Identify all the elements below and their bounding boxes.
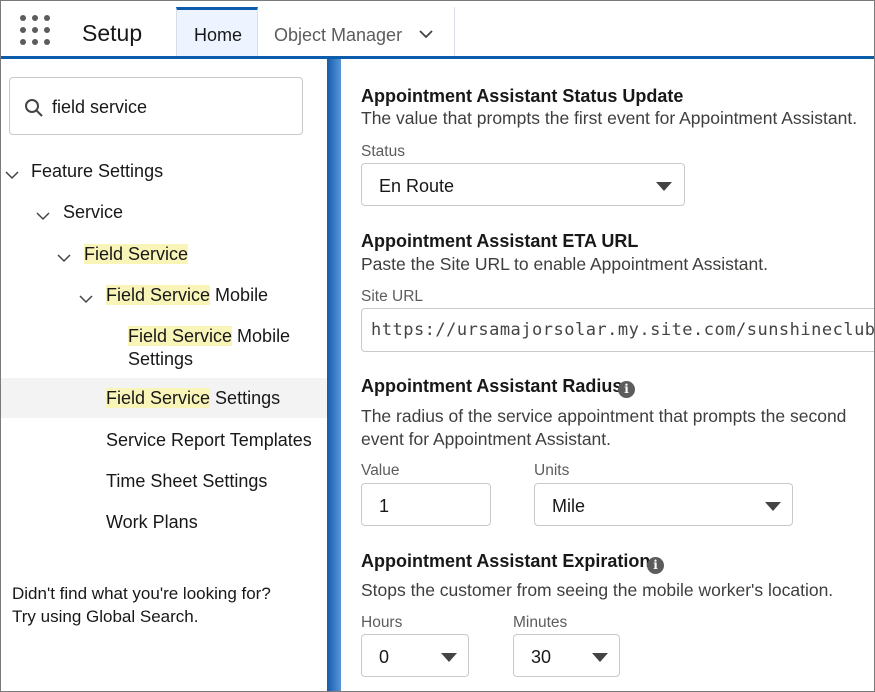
setup-window: Setup Home Object Manager Feature Settin… — [0, 0, 875, 692]
info-icon[interactable]: i — [647, 557, 664, 574]
tree-item-label: Settings — [210, 388, 281, 408]
tab-object-manager[interactable]: Object Manager — [258, 7, 455, 56]
search-input[interactable] — [52, 95, 292, 119]
status-update-description: The value that prompts the first event f… — [361, 108, 858, 128]
caret-down-icon — [441, 653, 457, 662]
tree-item-label: Feature Settings — [31, 161, 164, 181]
status-select[interactable]: En Route — [361, 163, 685, 206]
app-launcher-icon[interactable] — [20, 15, 52, 47]
tree-item-time-sheet-settings[interactable]: Time Sheet Settings — [106, 470, 267, 493]
tree-item-label-line2: Settings — [128, 349, 194, 369]
panel-divider — [327, 59, 341, 691]
units-value: Mile — [552, 496, 586, 516]
units-label: Units — [534, 462, 570, 479]
global-search-help: Didn't find what you're looking for? Try… — [12, 582, 271, 628]
chevron-down-icon[interactable] — [79, 294, 93, 304]
minutes-select[interactable]: 30 — [513, 634, 620, 677]
search-highlight: Field Service — [128, 326, 233, 346]
tree-item-field-service[interactable]: Field Service — [84, 243, 189, 266]
value-label: Value — [361, 462, 400, 479]
chevron-down-icon[interactable] — [36, 211, 50, 221]
tree-item-field-service-mobile[interactable]: Field Service Mobile — [106, 284, 268, 307]
tree-item-label: Time Sheet Settings — [106, 471, 268, 491]
units-select[interactable]: Mile — [534, 483, 793, 526]
radius-description-line1: The radius of the service appointment th… — [361, 406, 847, 426]
tab-home-label: Home — [194, 25, 243, 45]
status-value: En Route — [379, 176, 455, 196]
hours-label: Hours — [361, 614, 403, 631]
tree-item-service[interactable]: Service — [63, 201, 123, 224]
expiration-description: Stops the customer from seeing the mobil… — [361, 580, 834, 600]
info-icon[interactable]: i — [618, 381, 635, 398]
eta-url-description: Paste the Site URL to enable Appointment… — [361, 254, 768, 274]
caret-down-icon — [765, 502, 781, 511]
global-header: Setup Home Object Manager — [1, 1, 874, 59]
hours-value: 0 — [379, 647, 390, 667]
quick-find-search[interactable] — [9, 77, 303, 135]
minutes-value: 30 — [531, 647, 552, 667]
tree-item-field-service-settings[interactable]: Field Service Settings — [106, 387, 280, 410]
chevron-down-icon[interactable] — [57, 253, 71, 263]
radius-value: 1 — [379, 496, 390, 516]
tree-item-label: Work Plans — [106, 512, 198, 532]
tree-item-label: Service Report Templates — [106, 430, 312, 450]
tree-item-feature-settings[interactable]: Feature Settings — [31, 160, 163, 183]
site-url-input[interactable]: https://ursamajorsolar.my.site.com/sunsh… — [361, 308, 875, 352]
caret-down-icon — [592, 653, 608, 662]
tree-item-work-plans[interactable]: Work Plans — [106, 511, 198, 534]
site-url-label: Site URL — [361, 288, 424, 305]
search-highlight: Field Service — [106, 285, 211, 305]
tree-item-service-report-templates[interactable]: Service Report Templates — [106, 429, 312, 452]
search-highlight: Field Service — [84, 244, 189, 264]
tree-item-field-service-mobile-settings[interactable]: Field Service Mobile Settings — [128, 325, 290, 371]
radius-value-input[interactable]: 1 — [361, 483, 491, 526]
help-line-1: Didn't find what you're looking for? — [12, 584, 271, 603]
expiration-title: Appointment Assistant Expiration — [361, 551, 651, 571]
minutes-label: Minutes — [513, 614, 568, 631]
tab-home[interactable]: Home — [176, 7, 258, 56]
chevron-down-icon[interactable] — [418, 26, 434, 42]
eta-url-title: Appointment Assistant ETA URL — [361, 231, 639, 251]
tree-item-label: Service — [63, 202, 124, 222]
status-update-title: Appointment Assistant Status Update — [361, 86, 684, 106]
tree-item-label: Mobile — [232, 326, 291, 346]
caret-down-icon — [656, 182, 672, 191]
setup-sidebar: Feature Settings Service Field Service F… — [1, 59, 327, 691]
search-highlight: Field Service — [106, 388, 211, 408]
status-label: Status — [361, 143, 405, 160]
settings-form: Appointment Assistant Status Update The … — [341, 59, 875, 691]
radius-title: Appointment Assistant Radius — [361, 376, 623, 396]
search-icon — [25, 99, 43, 117]
app-title: Setup — [82, 20, 143, 46]
chevron-down-icon[interactable] — [5, 170, 19, 180]
tree-item-label: Mobile — [210, 285, 269, 305]
help-line-2: Try using Global Search. — [12, 607, 199, 626]
tab-object-manager-label: Object Manager — [274, 25, 403, 45]
site-url-value: https://ursamajorsolar.my.site.com/sunsh… — [371, 320, 875, 340]
hours-select[interactable]: 0 — [361, 634, 469, 677]
radius-description-line2: event for Appointment Assistant. — [361, 429, 612, 449]
